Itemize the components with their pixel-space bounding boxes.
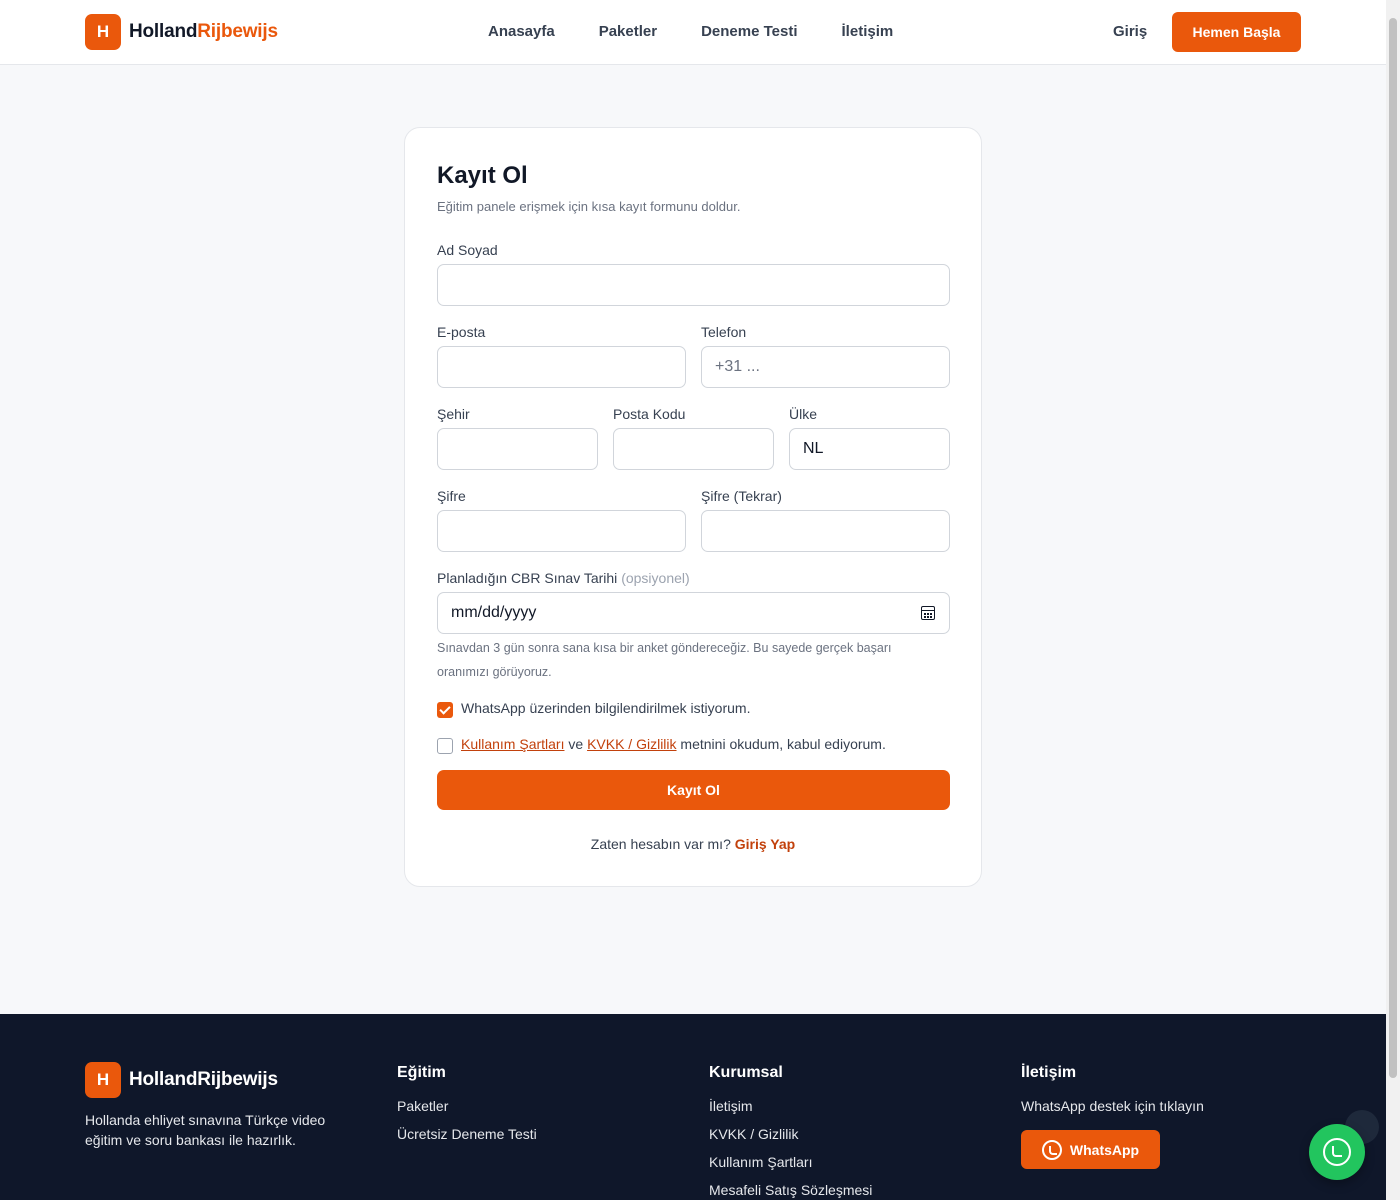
terms-label: Kullanım Şartları ve KVKK / Gizlilik met…	[461, 736, 886, 752]
country-value: NL	[803, 440, 824, 457]
brand-logo[interactable]: H HollandRijbewijs	[85, 14, 278, 50]
form-title: Kayıt Ol	[437, 162, 528, 189]
city-input[interactable]	[437, 428, 598, 470]
scroll-thumb[interactable]	[1389, 18, 1397, 1078]
phone-input[interactable]: +31 ...	[701, 346, 950, 388]
footer-brand-name: HollandRijbewijs	[129, 1069, 278, 1090]
footer-whatsapp-text: WhatsApp destek için tıklayın	[1021, 1098, 1204, 1114]
footer-whatsapp-label: WhatsApp	[1069, 1141, 1140, 1158]
password-repeat-label: Şifre (Tekrar)	[701, 488, 782, 504]
footer-col-title: Kurumsal	[709, 1064, 783, 1081]
footer-link-terms[interactable]: Kullanım Şartları	[709, 1154, 872, 1182]
footer-link-free-trial[interactable]: Ücretsiz Deneme Testi	[397, 1126, 537, 1154]
whatsapp-icon	[1041, 1139, 1062, 1160]
country-label: Ülke	[789, 406, 818, 422]
site-footer: H HollandRijbewijs Hollanda ehliyet sına…	[0, 1014, 1386, 1200]
exam-date-placeholder: mm/dd/yyyy	[451, 604, 537, 621]
footer-logo[interactable]: H HollandRijbewijs	[85, 1062, 278, 1098]
postal-code-input[interactable]	[613, 428, 774, 470]
register-submit-button[interactable]: Kayıt Ol	[437, 770, 950, 810]
password-repeat-input[interactable]	[701, 510, 950, 552]
brand-name: HollandRijbewijs	[129, 21, 278, 42]
nav-link-contact[interactable]: İletişim	[842, 23, 894, 40]
phone-label: Telefon	[701, 324, 747, 340]
phone-placeholder: +31 ...	[715, 358, 760, 375]
footer-whatsapp-button[interactable]: WhatsApp	[1021, 1130, 1160, 1169]
footer-logo-badge: H	[85, 1062, 121, 1098]
have-account-line: Zaten hesabın var mı? Giriş Yap	[590, 836, 796, 852]
calendar-icon[interactable]	[921, 606, 935, 620]
city-label: Şehir	[437, 406, 470, 422]
register-card: Kayıt Ol Eğitim panele erişmek için kısa…	[404, 127, 982, 887]
footer-col-corporate: Kurumsal İletişim KVKK / Gizlilik Kullan…	[709, 1064, 872, 1200]
login-link[interactable]: Giriş	[1113, 23, 1147, 40]
terms-link[interactable]: Kullanım Şartları	[461, 736, 564, 752]
get-started-button[interactable]: Hemen Başla	[1172, 12, 1301, 52]
name-input[interactable]	[437, 264, 950, 306]
nav-link-trial-test[interactable]: Deneme Testi	[701, 23, 797, 40]
exam-date-help: Sınavdan 3 gün sonra sana kısa bir anket…	[437, 641, 892, 679]
whatsapp-consent-checkbox[interactable]	[437, 702, 453, 718]
login-link-bottom[interactable]: Giriş Yap	[735, 836, 795, 852]
footer-link-packages[interactable]: Paketler	[397, 1098, 537, 1126]
form-subtitle: Eğitim panele erişmek için kısa kayıt fo…	[437, 199, 741, 214]
footer-col-title: Eğitim	[397, 1064, 446, 1081]
whatsapp-icon	[1323, 1138, 1351, 1166]
name-label: Ad Soyad	[437, 242, 498, 258]
postal-code-label: Posta Kodu	[613, 406, 686, 422]
logo-badge: H	[85, 14, 121, 50]
footer-col-title: İletişim	[1021, 1064, 1077, 1081]
footer-link-privacy[interactable]: KVKK / Gizlilik	[709, 1126, 872, 1154]
footer-description: Hollanda ehliyet sınavına Türkçe video e…	[85, 1112, 326, 1148]
page-scrollbar[interactable]	[1386, 0, 1400, 1200]
top-navbar: H HollandRijbewijs Anasayfa Paketler Den…	[0, 0, 1386, 65]
footer-link-contact[interactable]: İletişim	[709, 1098, 872, 1126]
email-input[interactable]	[437, 346, 686, 388]
floating-whatsapp-button[interactable]	[1309, 1124, 1365, 1180]
privacy-link[interactable]: KVKK / Gizlilik	[587, 736, 676, 752]
password-input[interactable]	[437, 510, 686, 552]
main-nav: Anasayfa Paketler Deneme Testi İletişim	[488, 23, 893, 40]
exam-date-input[interactable]: mm/dd/yyyy	[437, 592, 950, 634]
password-label: Şifre	[437, 488, 466, 504]
nav-link-packages[interactable]: Paketler	[599, 23, 657, 40]
email-label: E-posta	[437, 324, 486, 340]
terms-checkbox[interactable]	[437, 738, 453, 754]
footer-link-distance-sales[interactable]: Mesafeli Satış Sözleşmesi	[709, 1182, 872, 1200]
exam-date-label: Planladığın CBR Sınav Tarihi (opsiyonel)	[437, 570, 690, 586]
country-input[interactable]: NL	[789, 428, 950, 470]
nav-link-home[interactable]: Anasayfa	[488, 23, 555, 40]
footer-col-contact: İletişim WhatsApp destek için tıklayın	[1021, 1064, 1204, 1126]
whatsapp-consent-label: WhatsApp üzerinden bilgilendirilmek isti…	[461, 700, 751, 716]
footer-col-education: Eğitim Paketler Ücretsiz Deneme Testi	[397, 1064, 537, 1154]
